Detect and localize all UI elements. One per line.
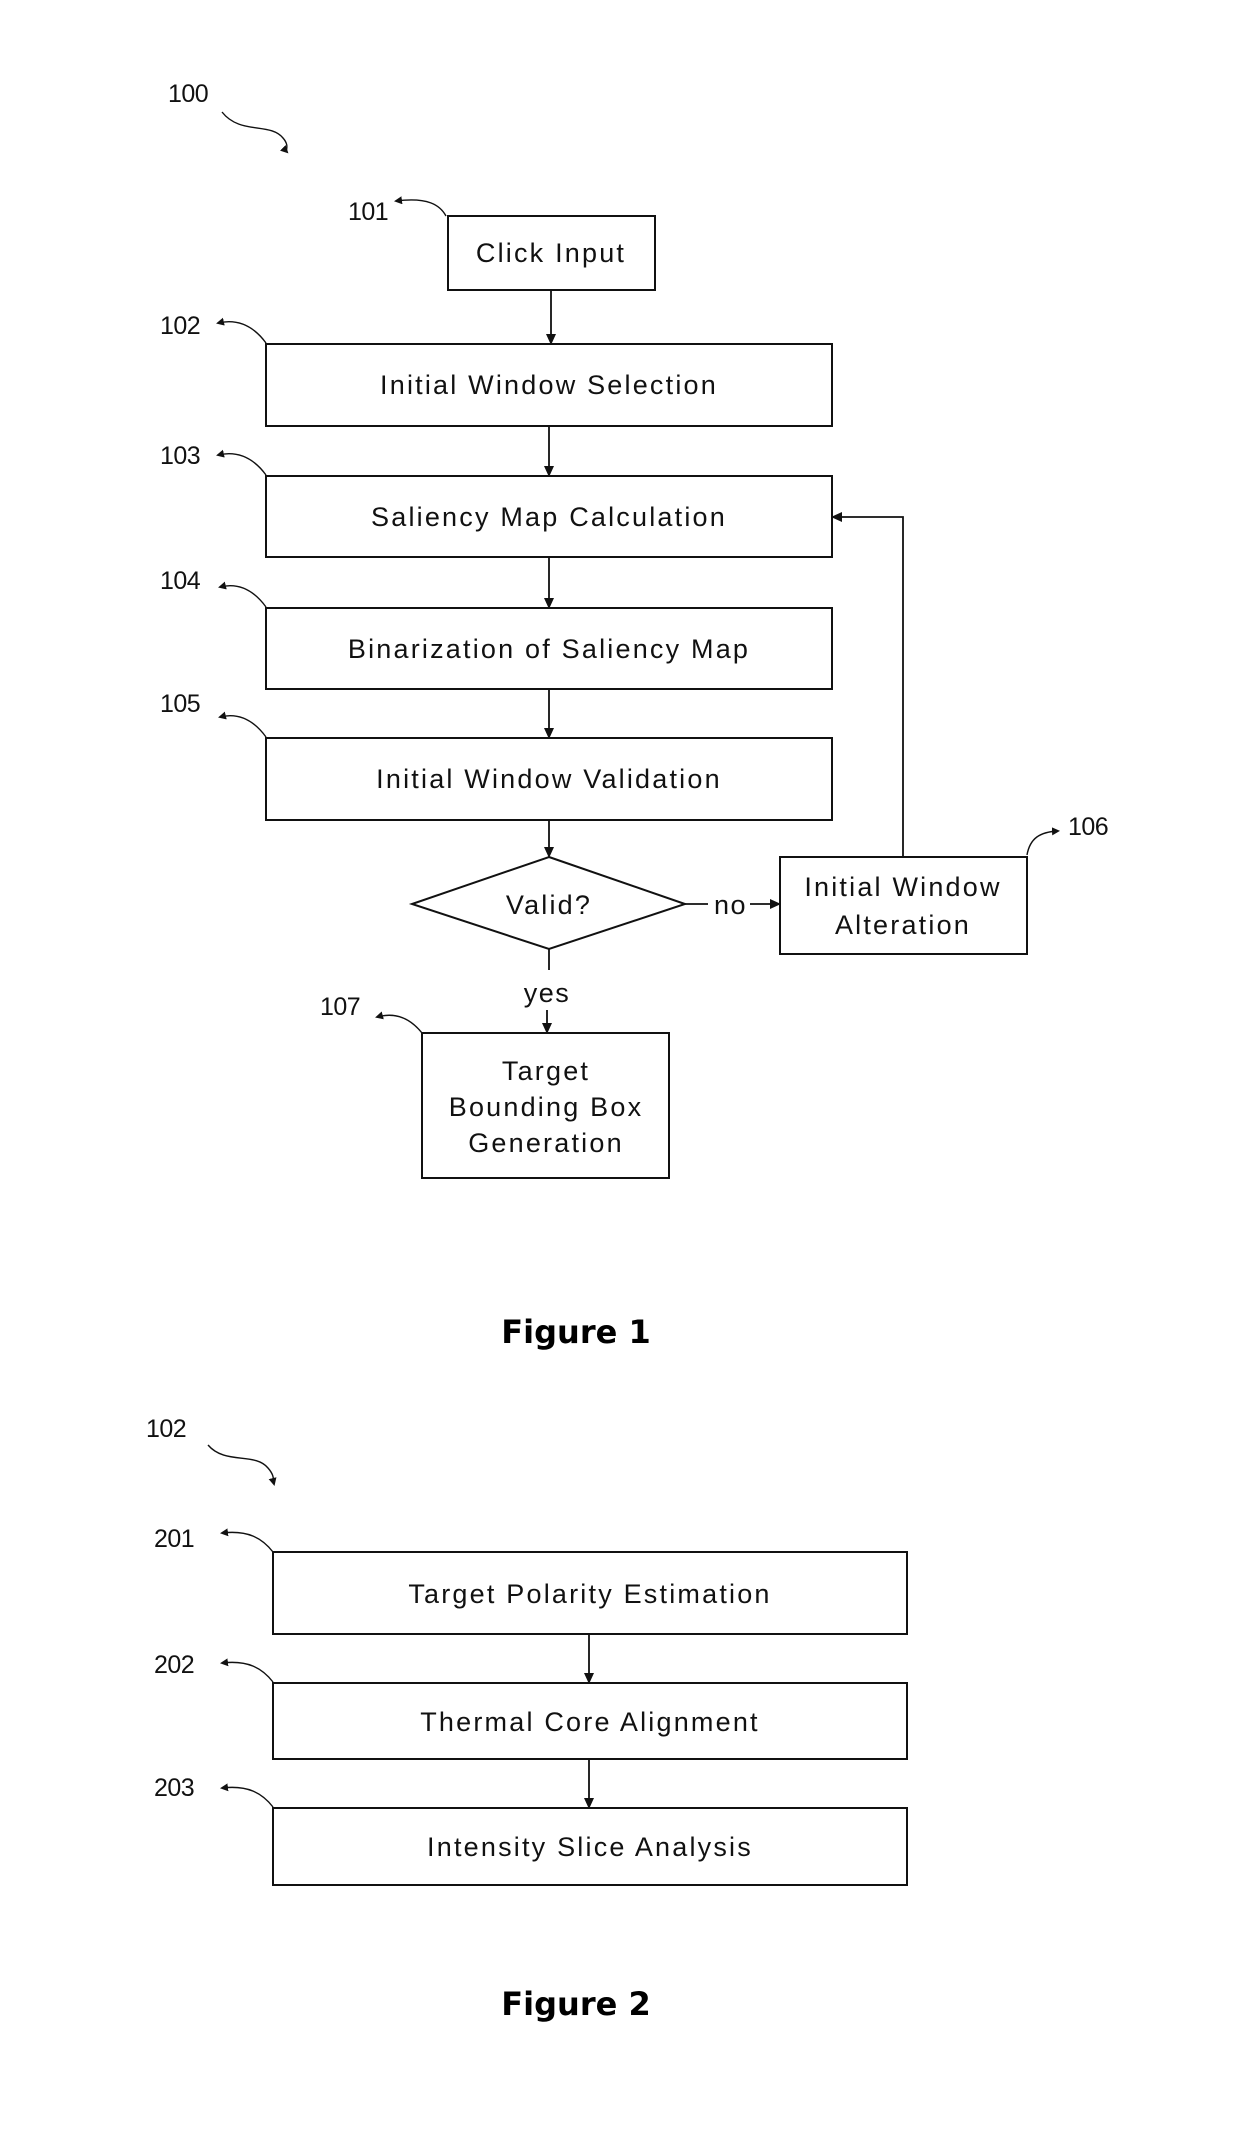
figure-1-ref-label: 100 [168,80,208,108]
figure-1: 100 101 Click Input 102 Initial Window S… [160,80,1109,1351]
step-107-text-line-2: Bounding Box [449,1092,644,1122]
step-104-leader [218,581,267,608]
step-201-ref: 201 [154,1525,194,1553]
loop-back-arrow-106-to-103 [831,512,904,857]
figure-2-ref-label: 102 [146,1415,186,1443]
step-102-ref: 102 [160,312,200,340]
step-104-binarization: 104 Binarization of Saliency Map [160,567,833,690]
step-105-ref: 105 [160,690,200,718]
step-107-text-line-1: Target [502,1056,590,1086]
step-102-text: Initial Window Selection [380,370,718,400]
step-107-target-bounding-box-generation: 107 Target Bounding Box Generation [320,993,670,1179]
no-label: no [714,890,747,920]
figure-2-caption: Figure 2 [501,1985,650,2023]
step-103-saliency-map-calculation: 103 Saliency Map Calculation [160,442,833,558]
step-202-thermal-core-alignment: 202 Thermal Core Alignment [154,1651,908,1760]
step-105-initial-window-validation: 105 Initial Window Validation [160,690,833,821]
step-203-ref: 203 [154,1774,194,1802]
step-203-intensity-slice-analysis: 203 Intensity Slice Analysis [154,1774,908,1886]
step-101-leader [394,196,447,217]
step-201-target-polarity-estimation: 201 Target Polarity Estimation [154,1525,908,1635]
step-101-click-input: 101 Click Input [348,196,656,291]
step-203-leader [220,1783,274,1808]
step-104-ref: 104 [160,567,201,595]
step-102-leader [216,317,267,344]
step-103-leader [216,449,267,476]
step-102-initial-window-selection: 102 Initial Window Selection [160,312,833,427]
step-103-ref: 103 [160,442,200,470]
step-101-text: Click Input [476,238,626,268]
step-105-leader [218,711,267,738]
step-202-leader [220,1658,274,1683]
patent-drawing-sheet: 100 101 Click Input 102 Initial Window S… [146,80,1109,2023]
figure-1-caption: Figure 1 [501,1313,650,1351]
figure-2: 102 201 Target Polarity Estimation 202 T… [146,1415,908,2023]
decision-label: Valid? [506,890,592,920]
step-105-text: Initial Window Validation [376,764,722,794]
step-106-text-line-1: Initial Window [804,872,1001,902]
step-107-text-line-3: Generation [468,1128,624,1158]
figure-2-ref-leader [207,1444,277,1486]
step-201-leader [220,1528,274,1553]
step-104-text: Binarization of Saliency Map [348,634,750,664]
step-103-text: Saliency Map Calculation [371,502,727,532]
step-107-leader [375,1011,423,1034]
step-106-initial-window-alteration: Initial Window Alteration 106 [779,813,1109,955]
step-201-text: Target Polarity Estimation [408,1579,771,1609]
yes-label: yes [524,978,571,1008]
figure-1-ref-leader [221,111,289,154]
step-203-text: Intensity Slice Analysis [427,1832,753,1862]
decision-valid: Valid? [408,855,689,951]
step-106-text-line-2: Alteration [835,910,971,940]
step-106-leader [1026,827,1060,856]
step-202-text: Thermal Core Alignment [420,1707,760,1737]
step-101-ref: 101 [348,198,388,226]
step-107-ref: 107 [320,993,360,1021]
step-106-ref: 106 [1068,813,1108,841]
step-202-ref: 202 [154,1651,194,1679]
